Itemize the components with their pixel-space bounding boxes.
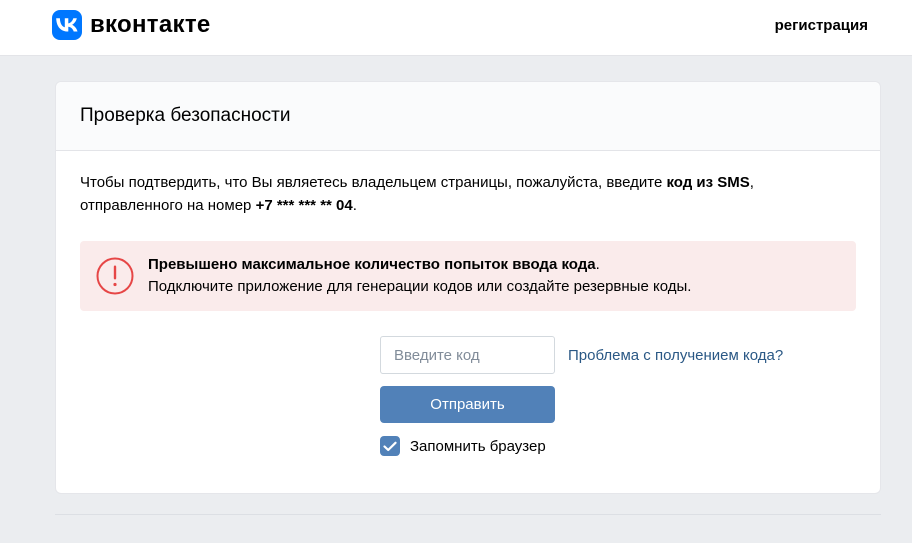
submit-button[interactable]: Отправить	[380, 386, 555, 423]
vk-logo[interactable]: вконтакте	[52, 10, 211, 40]
description-part: Чтобы подтвердить, что Вы являетесь влад…	[80, 174, 667, 191]
logo-text: вконтакте	[90, 11, 211, 38]
code-form-row: Проблема с получением кода?	[380, 336, 783, 374]
description-part: .	[352, 197, 357, 214]
description-sms-code: код из SMS	[666, 174, 750, 191]
error-alert: Превышено максимальное количество попыто…	[80, 241, 856, 311]
exclamation-circle-icon	[96, 257, 134, 295]
description-part: ,	[749, 174, 754, 191]
description-part: отправленного на номер	[80, 197, 256, 214]
remember-browser-label: Запомнить браузер	[410, 437, 546, 455]
checkbox-checked-icon[interactable]	[380, 436, 400, 456]
page-title: Проверка безопасности	[80, 105, 291, 126]
card-header: Проверка безопасности	[56, 82, 880, 151]
vk-logo-icon	[52, 10, 82, 40]
alert-title-suffix: .	[595, 256, 600, 273]
register-link[interactable]: регистрация	[775, 17, 868, 34]
top-bar: вконтакте регистрация	[0, 0, 912, 56]
alert-title: Превышено максимальное количество попыто…	[148, 256, 596, 273]
code-input[interactable]	[380, 336, 555, 374]
card-body: Чтобы подтвердить, что Вы являетесь влад…	[56, 151, 880, 311]
alert-text: Превышено максимальное количество попыто…	[148, 254, 691, 298]
description-text: Чтобы подтвердить, что Вы являетесь влад…	[80, 171, 850, 217]
footer-divider	[55, 514, 881, 515]
masked-phone-number: +7 *** *** ** 04	[255, 197, 353, 214]
code-problem-link[interactable]: Проблема с получением кода?	[568, 347, 783, 364]
remember-browser-checkbox[interactable]: Запомнить браузер	[380, 436, 546, 456]
alert-message: Подключите приложение для генерации кодо…	[148, 278, 692, 295]
security-check-card: Проверка безопасности Чтобы подтвердить,…	[55, 81, 881, 494]
